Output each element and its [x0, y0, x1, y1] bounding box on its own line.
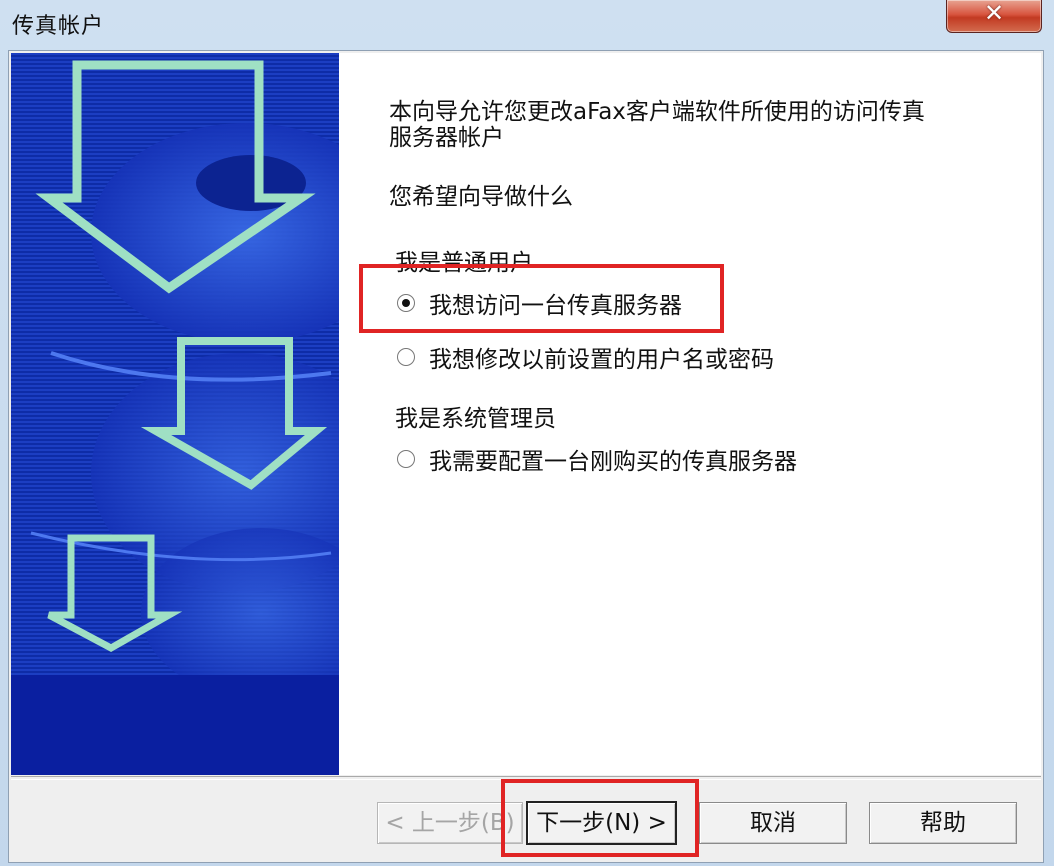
down-arrows-art	[11, 53, 339, 775]
wizard-intro-line-2: 服务器帐户	[389, 125, 504, 151]
close-button[interactable]: ✕	[946, 0, 1042, 33]
help-button[interactable]: 帮助	[869, 802, 1017, 844]
close-icon: ✕	[983, 0, 1005, 27]
radio-button[interactable]	[397, 348, 415, 366]
wizard-client-area: 本向导允许您更改aFax客户端软件所使用的访问传真 服务器帐户 您希望向导做什么…	[8, 50, 1044, 863]
wizard-side-image	[11, 53, 339, 775]
radio-label: 我需要配置一台刚购买的传真服务器	[429, 449, 797, 475]
cancel-button[interactable]: 取消	[699, 802, 847, 844]
wizard-intro-line-1: 本向导允许您更改aFax客户端软件所使用的访问传真	[389, 99, 925, 125]
highlight-box-option	[359, 264, 724, 333]
title-bar: 传真帐户 ✕	[0, 0, 1054, 50]
radio-option-configure-server[interactable]: 我需要配置一台刚购买的传真服务器	[397, 442, 837, 476]
radio-label: 我想修改以前设置的用户名或密码	[429, 347, 774, 373]
fax-account-wizard-window: 传真帐户 ✕ 本向导允许您更改aFax客户端软件所使用的访问传真 服务器帐户 您…	[0, 0, 1054, 866]
group-heading-admin: 我是系统管理员	[395, 406, 556, 432]
wizard-content: 本向导允许您更改aFax客户端软件所使用的访问传真 服务器帐户 您希望向导做什么…	[341, 53, 1041, 775]
radio-option-change-credentials[interactable]: 我想修改以前设置的用户名或密码	[397, 340, 817, 374]
radio-button[interactable]	[397, 450, 415, 468]
highlight-box-next	[501, 779, 699, 857]
wizard-question: 您希望向导做什么	[389, 184, 573, 210]
wizard-intro: 本向导允许您更改aFax客户端软件所使用的访问传真 服务器帐户	[389, 99, 925, 151]
window-title: 传真帐户	[12, 14, 105, 39]
